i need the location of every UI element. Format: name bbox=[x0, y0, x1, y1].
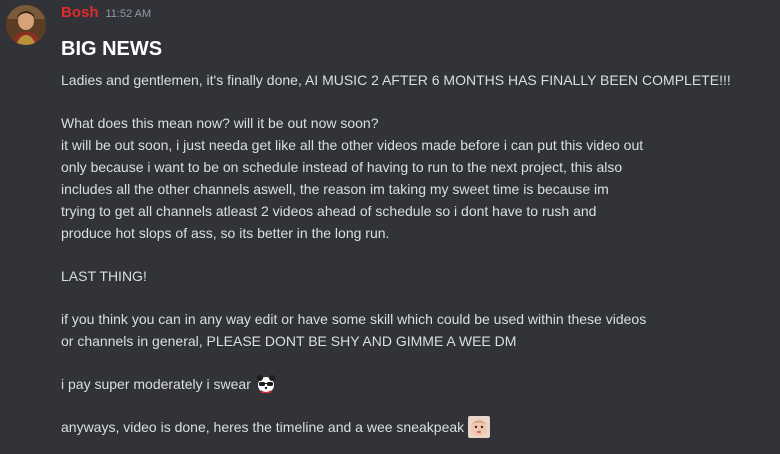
timestamp: 11:52 AM bbox=[105, 8, 152, 20]
message-line: What does this mean now? will it be out … bbox=[61, 115, 379, 131]
message-line: if you think you can in any way edit or … bbox=[61, 311, 647, 327]
message-line: anyways, video is done, heres the timeli… bbox=[61, 416, 764, 438]
message-header: Bosh 11:52 AM bbox=[61, 4, 764, 24]
baby-face-emoji[interactable] bbox=[468, 416, 491, 438]
avatar[interactable] bbox=[6, 5, 46, 45]
author-name[interactable]: Bosh bbox=[61, 4, 99, 21]
message-line: Ladies and gentlemen, it's finally done,… bbox=[61, 72, 731, 88]
message-text: anyways, video is done, heres the timeli… bbox=[61, 419, 465, 435]
panda-sunglasses-emoji[interactable] bbox=[255, 373, 277, 395]
message-headline: BIG NEWS bbox=[61, 38, 163, 60]
message-line: LAST THING! bbox=[61, 268, 147, 284]
chat-message: Bosh 11:52 AM BIG NEWS Ladies and gentle… bbox=[0, 0, 780, 454]
message-text: i pay super moderately i swear bbox=[61, 376, 251, 392]
message-line: only because i want to be on schedule in… bbox=[61, 159, 623, 175]
message-line: or channels in general, PLEASE DONT BE S… bbox=[61, 333, 517, 349]
message-line: i pay super moderately i swear bbox=[61, 373, 764, 395]
message-line: it will be out soon, i just needa get li… bbox=[61, 137, 644, 153]
message-line: produce hot slops of ass, so its better … bbox=[61, 225, 390, 241]
message-line: includes all the other channels aswell, … bbox=[61, 181, 609, 197]
message-line: trying to get all channels atleast 2 vid… bbox=[61, 203, 597, 219]
avatar-portrait-image bbox=[6, 5, 46, 45]
